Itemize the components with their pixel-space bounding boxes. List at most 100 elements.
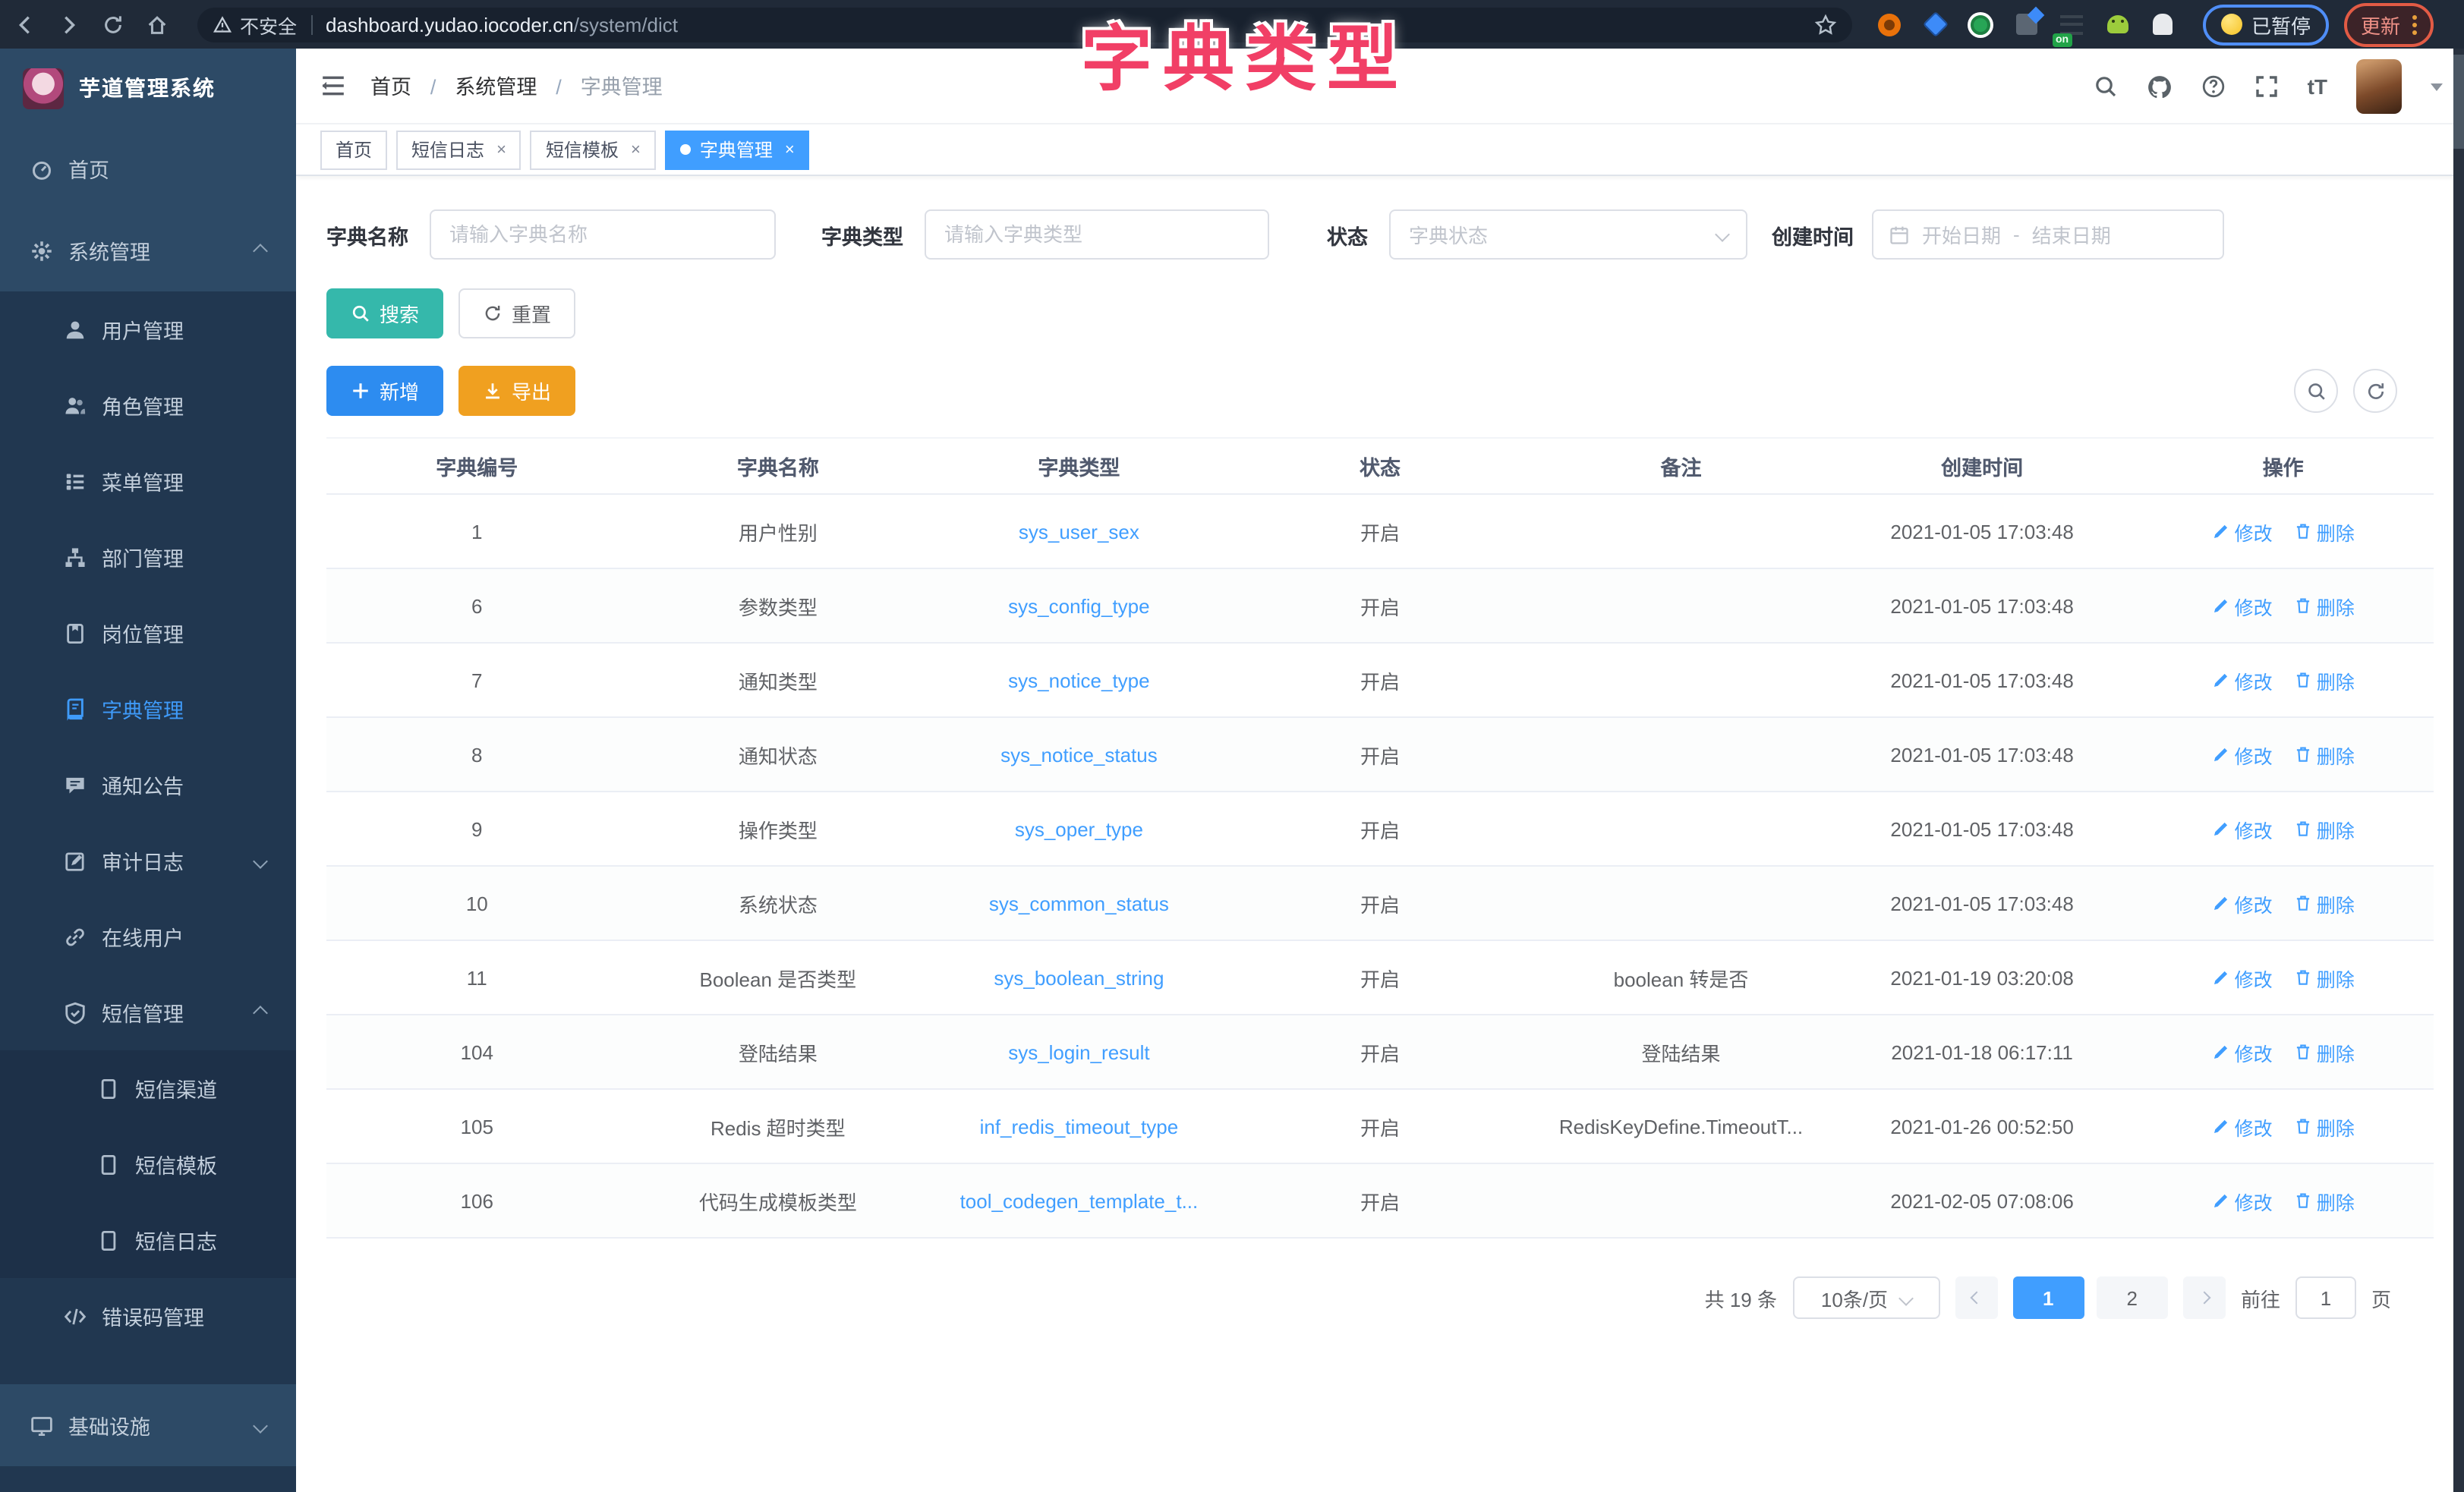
- sidebar-item-短信渠道[interactable]: 短信渠道: [0, 1050, 296, 1126]
- window-scrollbar[interactable]: [2453, 49, 2464, 1492]
- dict-name-input[interactable]: [430, 209, 776, 260]
- table-refresh-button[interactable]: [2353, 369, 2397, 413]
- sidebar-item-用户管理[interactable]: 用户管理: [0, 291, 296, 367]
- table-search-toggle-button[interactable]: [2294, 369, 2338, 413]
- sidebar-item-菜单管理[interactable]: 菜单管理: [0, 443, 296, 519]
- help-icon[interactable]: [2201, 74, 2226, 99]
- dict-type-link[interactable]: sys_oper_type: [1015, 817, 1143, 840]
- page-button-2[interactable]: 2: [2096, 1276, 2167, 1319]
- tab-字典管理[interactable]: 字典管理×: [665, 130, 810, 169]
- user-menu-caret-icon[interactable]: [2431, 83, 2443, 90]
- sidebar-item-系统管理[interactable]: 系统管理: [0, 209, 296, 291]
- delete-link[interactable]: 删除: [2294, 1112, 2355, 1141]
- reload-icon[interactable]: [93, 5, 132, 44]
- user-avatar[interactable]: [2356, 59, 2402, 114]
- status-select[interactable]: 字典状态: [1389, 209, 1747, 260]
- sidebar-item-岗位管理[interactable]: 岗位管理: [0, 595, 296, 671]
- delete-link[interactable]: 删除: [2294, 591, 2355, 620]
- delete-link[interactable]: 删除: [2294, 963, 2355, 992]
- tab-短信日志[interactable]: 短信日志×: [396, 130, 521, 169]
- edit-link[interactable]: 修改: [2212, 666, 2273, 694]
- sidebar-item-短信管理[interactable]: 短信管理: [0, 974, 296, 1050]
- delete-link[interactable]: 删除: [2294, 517, 2355, 546]
- dict-type-link[interactable]: sys_notice_type: [1008, 669, 1149, 691]
- edit-link[interactable]: 修改: [2212, 1037, 2273, 1066]
- extension-icon-orange[interactable]: [1876, 11, 1902, 37]
- delete-link[interactable]: 删除: [2294, 814, 2355, 843]
- edit-link[interactable]: 修改: [2212, 889, 2273, 918]
- close-icon[interactable]: ×: [785, 140, 795, 159]
- edit-link[interactable]: 修改: [2212, 740, 2273, 769]
- edit-link[interactable]: 修改: [2212, 591, 2273, 620]
- close-icon[interactable]: ×: [496, 140, 506, 159]
- address-bar[interactable]: 不安全 dashboard.yudao.iocoder.cn/system/di…: [197, 7, 1852, 42]
- delete-link[interactable]: 删除: [2294, 1037, 2355, 1066]
- sidebar-item-基础设施[interactable]: 基础设施: [0, 1384, 296, 1466]
- search-button[interactable]: 搜索: [326, 288, 443, 338]
- export-button[interactable]: 导出: [458, 366, 575, 416]
- extension-icon-green-circle[interactable]: [1968, 11, 1993, 37]
- tab-短信模板[interactable]: 短信模板×: [531, 130, 656, 169]
- breadcrumb-system[interactable]: 系统管理: [455, 76, 537, 99]
- font-size-icon[interactable]: tT: [2308, 74, 2327, 99]
- edit-link[interactable]: 修改: [2212, 963, 2273, 992]
- delete-link[interactable]: 删除: [2294, 1186, 2355, 1215]
- sidebar-item-通知公告[interactable]: 通知公告: [0, 747, 296, 823]
- page-button-1[interactable]: 1: [2012, 1276, 2084, 1319]
- bookmark-star-icon[interactable]: [1814, 13, 1837, 36]
- delete-link[interactable]: 删除: [2294, 740, 2355, 769]
- prev-page-button[interactable]: [1955, 1276, 1997, 1319]
- fullscreen-icon[interactable]: [2254, 74, 2279, 99]
- back-icon[interactable]: [5, 5, 44, 44]
- tab-首页[interactable]: 首页: [320, 130, 387, 169]
- sidebar-item-部门管理[interactable]: 部门管理: [0, 519, 296, 595]
- sidebar-item-角色管理[interactable]: 角色管理: [0, 367, 296, 443]
- extension-icon-list[interactable]: on: [2059, 11, 2084, 37]
- sidebar-item-字典管理[interactable]: 字典管理: [0, 671, 296, 747]
- paused-extension-chip[interactable]: 已暂停: [2203, 4, 2329, 45]
- dict-type-link[interactable]: sys_common_status: [989, 892, 1169, 914]
- forward-icon[interactable]: [49, 5, 88, 44]
- dict-type-link[interactable]: sys_config_type: [1008, 594, 1149, 617]
- sidebar-item-错误码管理[interactable]: 错误码管理: [0, 1278, 296, 1354]
- close-icon[interactable]: ×: [631, 140, 641, 159]
- edit-link[interactable]: 修改: [2212, 1186, 2273, 1215]
- dict-type-input[interactable]: [925, 209, 1269, 260]
- home-icon[interactable]: [137, 5, 176, 44]
- delete-link[interactable]: 删除: [2294, 889, 2355, 918]
- extension-icon-puzzle[interactable]: [2150, 11, 2176, 37]
- github-icon[interactable]: [2147, 74, 2173, 99]
- search-icon[interactable]: [2094, 74, 2118, 99]
- edit-link[interactable]: 修改: [2212, 1112, 2273, 1141]
- extension-icon-gem[interactable]: [1922, 11, 1948, 37]
- next-page-button[interactable]: [2183, 1276, 2226, 1319]
- breadcrumb-home[interactable]: 首页: [370, 76, 411, 99]
- dict-type-link[interactable]: sys_notice_status: [1000, 743, 1158, 766]
- sidebar-item-短信模板[interactable]: 短信模板: [0, 1126, 296, 1202]
- dict-type-link[interactable]: sys_user_sex: [1019, 520, 1139, 543]
- cell-name: 通知状态: [628, 717, 929, 792]
- cell-id: 1: [326, 494, 628, 568]
- edit-link[interactable]: 修改: [2212, 517, 2273, 546]
- delete-link[interactable]: 删除: [2294, 666, 2355, 694]
- edit-link[interactable]: 修改: [2212, 814, 2273, 843]
- date-separator: -: [2013, 223, 2020, 246]
- page-size-select[interactable]: 10条/页: [1792, 1276, 1939, 1319]
- sidebar-item-审计日志[interactable]: 审计日志: [0, 823, 296, 899]
- extension-icon-robot[interactable]: [2104, 11, 2130, 37]
- sidebar-item-短信日志[interactable]: 短信日志: [0, 1202, 296, 1278]
- dict-type-link[interactable]: tool_codegen_template_t...: [960, 1189, 1199, 1212]
- date-range-picker[interactable]: 开始日期 - 结束日期: [1872, 209, 2224, 260]
- extension-icon-slate[interactable]: [2013, 11, 2039, 37]
- chrome-update-button[interactable]: 更新: [2344, 2, 2434, 46]
- dict-type-link[interactable]: sys_boolean_string: [994, 966, 1164, 989]
- collapse-menu-icon[interactable]: [320, 73, 346, 99]
- reset-button[interactable]: 重置: [458, 288, 575, 338]
- browser-menu-kebab-icon[interactable]: [2412, 14, 2417, 34]
- sidebar-item-首页[interactable]: 首页: [0, 127, 296, 209]
- add-button[interactable]: 新增: [326, 366, 443, 416]
- sidebar-item-在线用户[interactable]: 在线用户: [0, 899, 296, 974]
- dict-type-link[interactable]: inf_redis_timeout_type: [980, 1115, 1179, 1138]
- dict-type-link[interactable]: sys_login_result: [1008, 1040, 1149, 1063]
- goto-page-input[interactable]: [2295, 1276, 2356, 1319]
